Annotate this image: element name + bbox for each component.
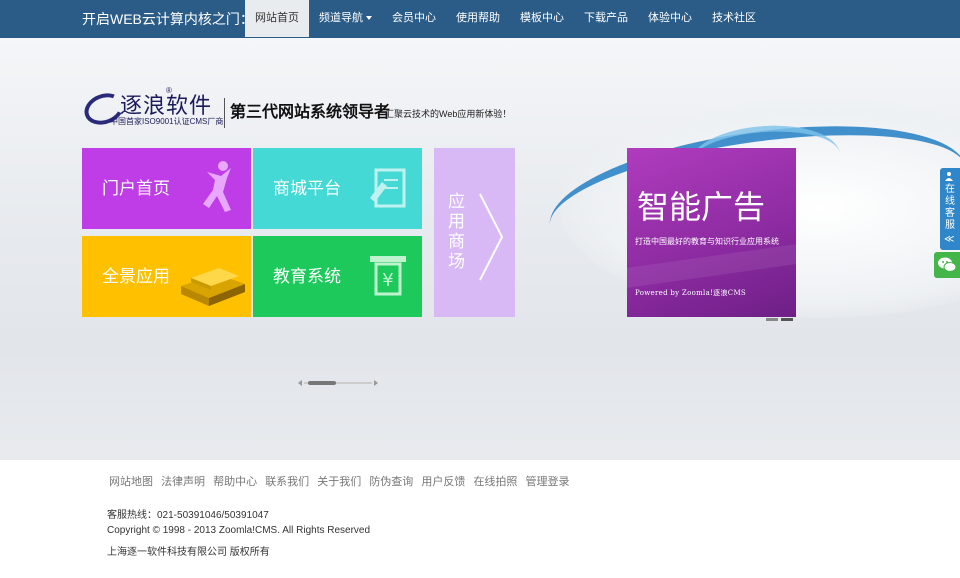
atm-yuan-icon: ¥ <box>370 256 406 296</box>
ad-title: 智能广告 <box>637 189 766 225</box>
footer-link[interactable]: 防伪查询 <box>369 476 413 488</box>
hero-banner: 逐浪软件 ® 中国首家ISO9001认证CMS厂商 第三代网站系统领导者 汇聚云… <box>0 38 960 460</box>
nav-label: 频道导航 <box>319 12 363 24</box>
tile-label: 应 用 商 场 <box>448 192 468 272</box>
tile-char: 用 <box>448 212 465 231</box>
arrow-left-icon[interactable] <box>298 380 302 386</box>
document-edit-icon <box>370 168 406 208</box>
logo-registered-mark: ® <box>166 86 172 95</box>
ad-subtitle: 打造中国最好的教育与知识行业应用系统 <box>635 237 779 246</box>
logo[interactable]: 逐浪软件 ® 中国首家ISO9001认证CMS厂商 <box>80 86 224 130</box>
nav-item-download[interactable]: 下载产品 <box>574 0 638 37</box>
logo-divider <box>224 98 225 128</box>
nav-item-experience[interactable]: 体验中心 <box>638 0 702 37</box>
footer-company: 上海逐一软件科技有限公司 版权所有 <box>107 547 270 558</box>
chevron-down-icon <box>366 16 372 21</box>
arrow-right-icon[interactable] <box>374 380 378 386</box>
tile-label: 教育系统 <box>273 267 341 286</box>
ad-slide[interactable]: 智能广告 打造中国最好的教育与知识行业应用系统 Powered by Zooml… <box>627 148 796 317</box>
nav-item-templates[interactable]: 模板中心 <box>510 0 574 37</box>
slider-pagination <box>766 308 796 326</box>
service-char: 在 <box>945 184 955 195</box>
footer-hotline: 客服热线：021-50391046/50391047 <box>107 510 269 521</box>
footer-link[interactable]: 法律声明 <box>161 476 205 488</box>
nav-label: 模板中心 <box>520 12 564 24</box>
dancer-icon <box>203 161 231 212</box>
ad-powered-by: Powered by Zoomla!逐浪CMS <box>635 289 747 297</box>
user-icon <box>945 172 953 181</box>
site-title: 开启WEB云计算内核之门： <box>82 11 254 27</box>
tile-char: 商 <box>448 232 465 251</box>
nav-label: 使用帮助 <box>456 12 500 24</box>
tile-char: 应 <box>448 192 465 211</box>
nav-item-home[interactable]: 网站首页 <box>245 0 309 37</box>
nav-item-channels[interactable]: 频道导航 <box>309 0 382 37</box>
tile-label: 门户首页 <box>102 179 170 198</box>
nav-item-help[interactable]: 使用帮助 <box>446 0 510 37</box>
online-service-tab[interactable]: 在 线 客 服 ≪ <box>940 168 960 250</box>
top-navbar: 开启WEB云计算内核之门： 网站首页 频道导航 会员中心 使用帮助 模板中心 下… <box>0 0 960 39</box>
ad-stripe <box>627 244 796 288</box>
slogan: 第三代网站系统领导者 <box>230 104 391 121</box>
footer-link[interactable]: 在线拍照 <box>473 476 517 488</box>
footer-link[interactable]: 关于我们 <box>317 476 361 488</box>
service-char: 客 <box>945 208 955 219</box>
tile-label: 商城平台 <box>273 179 341 198</box>
wechat-icon <box>938 257 957 272</box>
slider-dot[interactable] <box>766 318 778 321</box>
scroll-thumb[interactable] <box>308 381 336 385</box>
nav-label: 体验中心 <box>648 12 692 24</box>
logo-subtitle: 中国首家ISO9001认证CMS厂商 <box>110 117 224 126</box>
tile-app-store[interactable]: 应 用 商 场 <box>434 148 515 317</box>
service-char: 线 <box>945 196 955 207</box>
slogan-subtitle: 汇聚云技术的Web应用新体验！ <box>385 109 512 119</box>
tile-char: 场 <box>448 252 465 271</box>
service-label: 在 线 客 服 <box>944 184 956 232</box>
footer-link[interactable]: 帮助中心 <box>213 476 257 488</box>
nav-item-community[interactable]: 技术社区 <box>702 0 766 37</box>
nav-label: 技术社区 <box>712 12 756 24</box>
footer-links: 网站地图 法律声明 帮助中心 联系我们 关于我们 防伪查询 用户反馈 在线拍照 … <box>109 473 575 489</box>
nav-label: 网站首页 <box>255 12 299 24</box>
footer: 网站地图 法律声明 帮助中心 联系我们 关于我们 防伪查询 用户反馈 在线拍照 … <box>0 460 960 578</box>
tile-panorama[interactable]: 全景应用 <box>82 236 251 317</box>
nav-item-member[interactable]: 会员中心 <box>382 0 446 37</box>
collapse-icon: ≪ <box>944 234 955 245</box>
wechat-button[interactable] <box>934 252 960 278</box>
footer-link[interactable]: 管理登录 <box>526 476 570 488</box>
tile-label: 全景应用 <box>102 267 170 286</box>
scroll-bar[interactable] <box>298 380 378 386</box>
gold-bars-icon <box>181 268 245 306</box>
nav-label: 会员中心 <box>392 12 436 24</box>
footer-link[interactable]: 网站地图 <box>109 476 153 488</box>
chevron-right-icon <box>479 193 504 281</box>
main-nav: 网站首页 频道导航 会员中心 使用帮助 模板中心 下载产品 体验中心 技术社区 <box>245 0 766 37</box>
slider-dot[interactable] <box>781 318 793 321</box>
svg-text:¥: ¥ <box>382 270 393 291</box>
footer-link[interactable]: 用户反馈 <box>421 476 465 488</box>
nav-label: 下载产品 <box>584 12 628 24</box>
footer-copyright: Copyright © 1998 - 2013 Zoomla!CMS. All … <box>107 525 371 536</box>
footer-link[interactable]: 联系我们 <box>265 476 309 488</box>
service-char: 服 <box>945 220 955 231</box>
hero-floor <box>0 338 960 460</box>
tile-education[interactable]: 教育系统 ¥ <box>253 236 422 317</box>
tile-portal[interactable]: 门户首页 <box>82 148 251 229</box>
tile-mall[interactable]: 商城平台 <box>253 148 422 229</box>
